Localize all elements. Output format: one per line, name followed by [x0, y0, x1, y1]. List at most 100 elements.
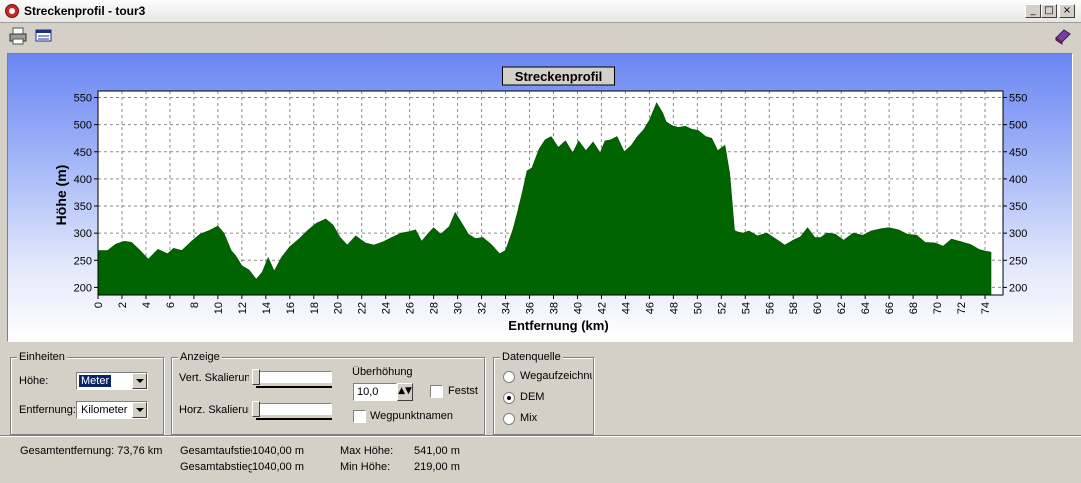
y-axis-label: Höhe (m) — [53, 165, 69, 226]
x-tick-label: 14 — [261, 302, 273, 314]
slider-thumb[interactable] — [252, 369, 260, 385]
feststellen-label: Festst — [448, 385, 478, 397]
min-hoehe-value: 219,00 m — [414, 461, 460, 473]
x-tick-label: 58 — [788, 302, 800, 314]
hoehe-select[interactable]: Meter — [76, 372, 148, 390]
einheiten-label: Einheiten — [17, 351, 67, 363]
profile-window: Streckenprofil - tour3 _ □ × 200 200 250 25… — [0, 0, 1081, 482]
x-tick-label: 32 — [477, 302, 489, 314]
x-tick-label: 50 — [692, 302, 704, 314]
x-tick-label: 4 — [141, 302, 153, 308]
x-tick-label: 72 — [956, 302, 968, 314]
y-tick-label-right: 450 — [1009, 147, 1027, 159]
y-tick-label: 500 — [74, 120, 92, 132]
entfernung-select[interactable]: Kilometer — [76, 401, 148, 419]
y-tick-label: 250 — [74, 255, 92, 267]
chevron-down-icon[interactable] — [132, 373, 147, 389]
feststellen-checkbox[interactable] — [430, 385, 443, 398]
title-bar[interactable]: Streckenprofil - tour3 _ □ × — [0, 0, 1081, 23]
x-tick-label: 12 — [237, 302, 249, 314]
slider-track — [256, 371, 332, 383]
y-tick-label-right: 500 — [1009, 120, 1027, 132]
entfernung-value: Kilometer — [81, 404, 128, 416]
gesamtentfernung-text: Gesamtentfernung: 73,76 km — [20, 445, 163, 457]
chart-area: 200 200 250 250 300 300 350 350 400 400 450 450 500 5… — [7, 53, 1073, 342]
min-hoehe-label: Min Höhe: — [340, 461, 391, 473]
x-tick-label: 2 — [117, 302, 129, 308]
abstieg-label: Gesamtabstieg: — [180, 461, 252, 473]
datenquelle-label: Datenquelle — [500, 351, 563, 363]
y-tick-label: 400 — [74, 174, 92, 186]
x-tick-label: 66 — [884, 302, 896, 314]
chevron-down-icon[interactable] — [132, 402, 147, 418]
x-tick-label: 30 — [453, 302, 465, 314]
y-tick-label: 350 — [74, 201, 92, 213]
x-tick-label: 52 — [716, 302, 728, 314]
radio-mix[interactable] — [503, 413, 515, 425]
y-tick-label-right: 200 — [1009, 282, 1027, 294]
close-button[interactable]: × — [1059, 4, 1075, 18]
book-icon[interactable] — [1053, 27, 1073, 45]
x-tick-label: 70 — [932, 302, 944, 314]
radio-dem[interactable] — [503, 392, 515, 404]
x-tick-label: 18 — [309, 302, 321, 314]
x-tick-label: 26 — [405, 302, 417, 314]
x-tick-label: 36 — [525, 302, 537, 314]
x-tick-label: 24 — [381, 302, 393, 314]
x-tick-label: 60 — [812, 302, 824, 314]
abstieg-value: 1040,00 m — [252, 461, 304, 473]
minimize-button[interactable]: _ — [1025, 4, 1041, 18]
hoehe-value: Meter — [79, 375, 112, 387]
x-tick-label: 20 — [333, 302, 345, 314]
status-bar: Gesamtentfernung: 73,76 km Gesamtaufstie… — [0, 435, 1081, 483]
y-tick-label: 550 — [74, 93, 92, 105]
printer-icon[interactable] — [8, 27, 28, 45]
einheiten-group: Einheiten Höhe: Meter Entfernung: Kilome… — [10, 351, 164, 435]
x-tick-label: 56 — [764, 302, 776, 314]
wegpunktnamen-label: Wegpunktnamen — [370, 410, 453, 422]
slider-line — [256, 418, 332, 420]
slider-thumb[interactable] — [252, 401, 260, 417]
max-hoehe-value: 541,00 m — [414, 445, 460, 457]
app-icon — [5, 4, 19, 18]
dem-label: DEM — [520, 391, 545, 403]
x-tick-label: 40 — [572, 302, 584, 314]
y-tick-label: 450 — [74, 147, 92, 159]
x-tick-label: 64 — [860, 302, 872, 314]
x-tick-label: 22 — [357, 302, 369, 314]
slider-line — [256, 386, 332, 388]
aufstieg-label: Gesamtaufstieg: — [180, 445, 252, 457]
x-tick-label: 62 — [836, 302, 848, 314]
y-tick-label-right: 550 — [1009, 93, 1027, 105]
horz-skalierung-label: Horz. Skalierung — [179, 404, 249, 416]
chart-title: Streckenprofil — [515, 69, 602, 84]
ueberhoehung-input[interactable]: 10,0 — [353, 383, 397, 401]
radio-wegaufzeichnung[interactable] — [503, 371, 515, 383]
y-tick-label: 300 — [74, 228, 92, 240]
vert-skalierung-slider[interactable] — [250, 368, 332, 388]
horz-skalierung-slider[interactable] — [250, 400, 332, 420]
anzeige-label: Anzeige — [178, 351, 222, 363]
y-tick-label-right: 400 — [1009, 174, 1027, 186]
x-tick-label: 0 — [93, 302, 105, 308]
x-tick-label: 74 — [980, 302, 992, 314]
maximize-button[interactable]: □ — [1041, 4, 1057, 18]
entfernung-label: Entfernung: — [19, 404, 76, 416]
anzeige-group: Anzeige Vert. Skalierung Horz. Skalierun… — [171, 351, 485, 435]
x-tick-label: 34 — [501, 302, 513, 314]
x-tick-label: 10 — [213, 302, 225, 314]
table-icon[interactable] — [34, 27, 54, 45]
spinner-updown-icon[interactable]: ▲▼ — [397, 383, 413, 401]
max-hoehe-label: Max Höhe: — [340, 445, 394, 457]
wegpunktnamen-checkbox[interactable] — [353, 410, 366, 423]
x-tick-label: 6 — [165, 302, 177, 308]
x-tick-label: 42 — [596, 302, 608, 314]
y-tick-label-right: 350 — [1009, 201, 1027, 213]
x-tick-label: 46 — [644, 302, 656, 314]
x-tick-label: 38 — [548, 302, 560, 314]
hoehe-label: Höhe: — [19, 375, 49, 387]
toolbar — [0, 23, 1081, 51]
window-title: Streckenprofil - tour3 — [24, 4, 146, 18]
datenquelle-group: Datenquelle Wegaufzeichnung DEM Mix — [493, 351, 594, 435]
x-tick-label: 16 — [285, 302, 297, 314]
